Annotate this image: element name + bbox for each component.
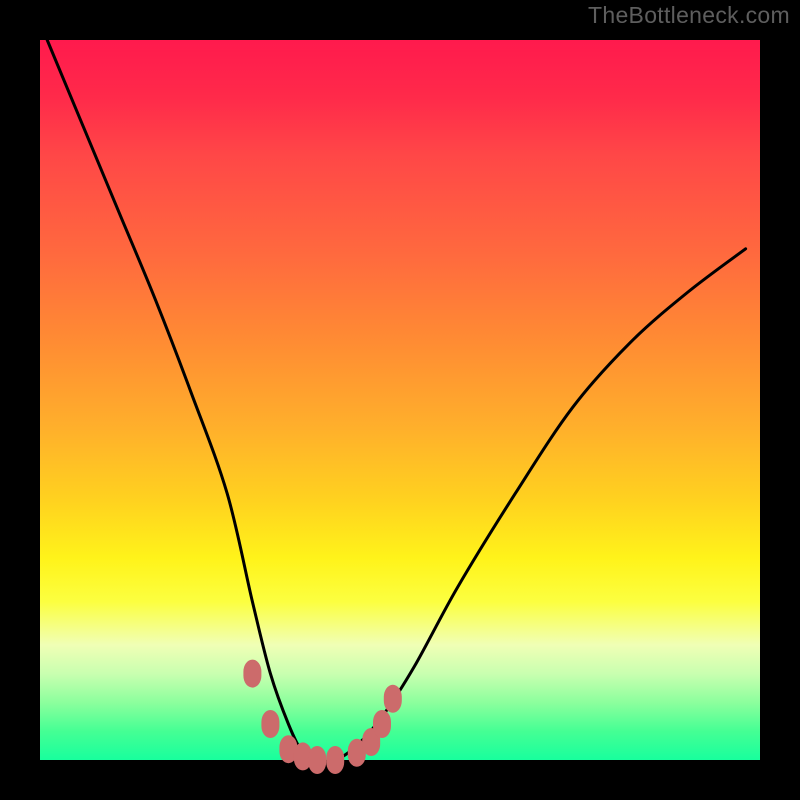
bottleneck-curve bbox=[47, 40, 745, 761]
marker-point bbox=[308, 746, 326, 774]
marker-point bbox=[373, 710, 391, 738]
curve-svg bbox=[40, 40, 760, 760]
marker-point bbox=[243, 660, 261, 688]
marker-point bbox=[384, 685, 402, 713]
marker-point bbox=[261, 710, 279, 738]
watermark-text: TheBottleneck.com bbox=[588, 2, 790, 29]
marker-group bbox=[243, 660, 401, 774]
plot-area bbox=[40, 40, 760, 760]
chart-frame: TheBottleneck.com bbox=[0, 0, 800, 800]
marker-point bbox=[326, 746, 344, 774]
